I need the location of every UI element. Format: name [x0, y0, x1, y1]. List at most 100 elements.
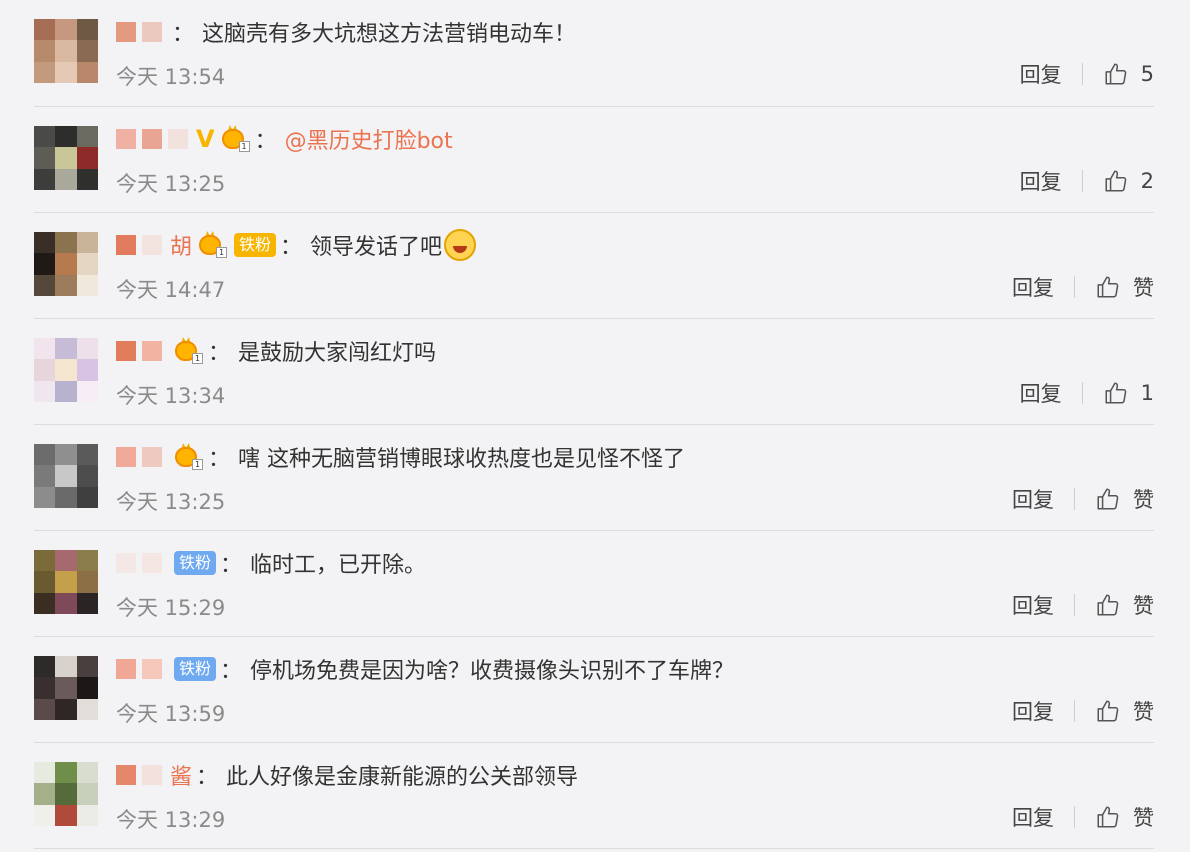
- like-button[interactable]: 2: [1103, 168, 1154, 194]
- like-count: 赞: [1133, 806, 1154, 830]
- comment-line: ： 这脑壳有多大坑想这方法营销电动车！: [116, 15, 576, 49]
- comment-time: 今天 13:54: [116, 65, 226, 89]
- like-button[interactable]: 赞: [1095, 484, 1154, 514]
- redacted-name-block: [116, 341, 136, 361]
- avatar[interactable]: [34, 656, 98, 720]
- member-crown-icon: 1: [221, 125, 251, 153]
- like-count: 赞: [1133, 700, 1154, 724]
- mention-link[interactable]: @黑历史打脸bot: [285, 123, 453, 155]
- username-link[interactable]: 胡: [116, 228, 192, 262]
- reply-button[interactable]: 回复: [1012, 272, 1054, 302]
- comment-item: V 1： @黑历史打脸bot 今天 13:25 回复 2: [34, 106, 1154, 213]
- comment-text: 领导发话了吧: [310, 235, 443, 260]
- reply-button[interactable]: 回复: [1012, 590, 1054, 620]
- like-button[interactable]: 赞: [1095, 590, 1154, 620]
- avatar[interactable]: [34, 762, 98, 826]
- laugh-cry-emoji-icon: [444, 229, 477, 261]
- like-button[interactable]: 赞: [1095, 802, 1154, 832]
- avatar[interactable]: [34, 19, 98, 83]
- redacted-name-block: [116, 22, 136, 42]
- thumbs-up-icon: [1097, 488, 1119, 510]
- action-divider: [1074, 594, 1075, 616]
- redacted-name-block: [142, 659, 162, 679]
- comment-actions: 回复 赞: [1012, 696, 1154, 726]
- redacted-name-block: [142, 129, 162, 149]
- thumbs-up-icon: [1105, 382, 1126, 404]
- iron-fan-badge: 铁粉: [174, 657, 217, 681]
- redacted-name-block: [142, 553, 162, 573]
- comment-list: ：这脑壳有多大坑想这方法营销电动车！ 今天 13:54 回复 5 V 1： @黑历史打脸bo…: [0, 0, 1190, 852]
- comment-actions: 回复 赞: [1012, 802, 1154, 832]
- reply-button[interactable]: 回复: [1020, 59, 1062, 89]
- iron-fan-badge: 铁粉: [234, 233, 277, 257]
- comment-actions: 回复 1: [1020, 378, 1154, 408]
- like-count: 赞: [1133, 488, 1154, 512]
- reply-button[interactable]: 回复: [1012, 802, 1054, 832]
- name-separator: ：: [208, 341, 231, 366]
- comment-text: 是鼓励大家闯红灯吗: [238, 341, 437, 366]
- comment-item: ： 这脑壳有多大坑想这方法营销电动车！ 今天 13:54 回复 5: [34, 0, 1154, 107]
- username-link[interactable]: [116, 334, 168, 368]
- action-divider: [1074, 806, 1075, 828]
- comment-line: 1： 嗐 这种无脑营销博眼球收热度也是见怪不怪了: [116, 440, 685, 474]
- like-button[interactable]: 赞: [1095, 696, 1154, 726]
- reply-button[interactable]: 回复: [1012, 484, 1054, 514]
- action-divider: [1081, 63, 1083, 85]
- redacted-name-block: [142, 341, 162, 361]
- like-button[interactable]: 1: [1103, 380, 1154, 406]
- comment-item: 铁粉： 停机场免费是因为啥？收费摄像头识别不了车牌？ 今天 13:59 回复 赞: [34, 636, 1154, 743]
- avatar[interactable]: [34, 232, 98, 296]
- like-count: 2: [1140, 169, 1154, 193]
- redacted-name-block: [142, 235, 162, 255]
- comment-line: 铁粉： 停机场免费是因为啥？收费摄像头识别不了车牌？: [116, 652, 734, 686]
- comment-time: 今天 15:29: [116, 596, 226, 620]
- comment-text: 嗐 这种无脑营销博眼球收热度也是见怪不怪了: [238, 447, 686, 472]
- name-separator: ：: [220, 553, 243, 578]
- iron-fan-badge: 铁粉: [174, 551, 217, 575]
- username-link[interactable]: [116, 122, 194, 156]
- like-count: 1: [1140, 381, 1154, 405]
- redacted-name-block: [116, 129, 136, 149]
- username-link[interactable]: [116, 652, 168, 686]
- action-divider: [1081, 170, 1083, 192]
- redacted-name-block: [142, 22, 162, 42]
- comment-time: 今天 13:25: [116, 490, 226, 514]
- avatar[interactable]: [34, 126, 98, 190]
- name-separator: ：: [208, 447, 231, 472]
- reply-button[interactable]: 回复: [1012, 696, 1054, 726]
- thumbs-up-icon: [1097, 594, 1119, 616]
- action-divider: [1074, 276, 1075, 298]
- comment-actions: 回复 赞: [1012, 484, 1154, 514]
- like-count: 赞: [1133, 276, 1154, 300]
- avatar[interactable]: [34, 338, 98, 402]
- comment-line: 铁粉： 临时工，已开除。: [116, 546, 426, 580]
- comment-line: 1： 是鼓励大家闯红灯吗: [116, 334, 436, 368]
- username-link[interactable]: [116, 440, 168, 474]
- comment-text: 停机场免费是因为啥？收费摄像头识别不了车牌？: [250, 659, 735, 684]
- reply-button[interactable]: 回复: [1020, 166, 1062, 196]
- thumbs-up-icon: [1097, 700, 1119, 722]
- redacted-name-block: [116, 235, 136, 255]
- username-link[interactable]: [116, 15, 168, 49]
- thumbs-up-icon: [1105, 170, 1126, 192]
- redacted-name-block: [142, 447, 162, 467]
- username-fragment: 胡: [170, 235, 193, 260]
- username-link[interactable]: 酱: [116, 758, 192, 792]
- action-divider: [1081, 382, 1083, 404]
- comment-line: V 1： @黑历史打脸bot: [116, 122, 453, 156]
- comment-item: 胡 1 铁粉： 领导发话了吧 今天 14:47 回复 赞: [34, 212, 1154, 319]
- comment-time: 今天 13:34: [116, 384, 226, 408]
- username-fragment: 酱: [170, 765, 193, 790]
- like-button[interactable]: 赞: [1095, 272, 1154, 302]
- like-button[interactable]: 5: [1103, 61, 1154, 87]
- redacted-name-block: [116, 447, 136, 467]
- avatar[interactable]: [34, 550, 98, 614]
- username-link[interactable]: [116, 546, 168, 580]
- comment-time: 今天 13:25: [116, 172, 226, 196]
- avatar[interactable]: [34, 444, 98, 508]
- name-separator: ：: [280, 235, 303, 260]
- name-separator: ：: [220, 659, 243, 684]
- reply-button[interactable]: 回复: [1020, 378, 1062, 408]
- comment-time: 今天 13:59: [116, 702, 226, 726]
- redacted-name-block: [168, 129, 188, 149]
